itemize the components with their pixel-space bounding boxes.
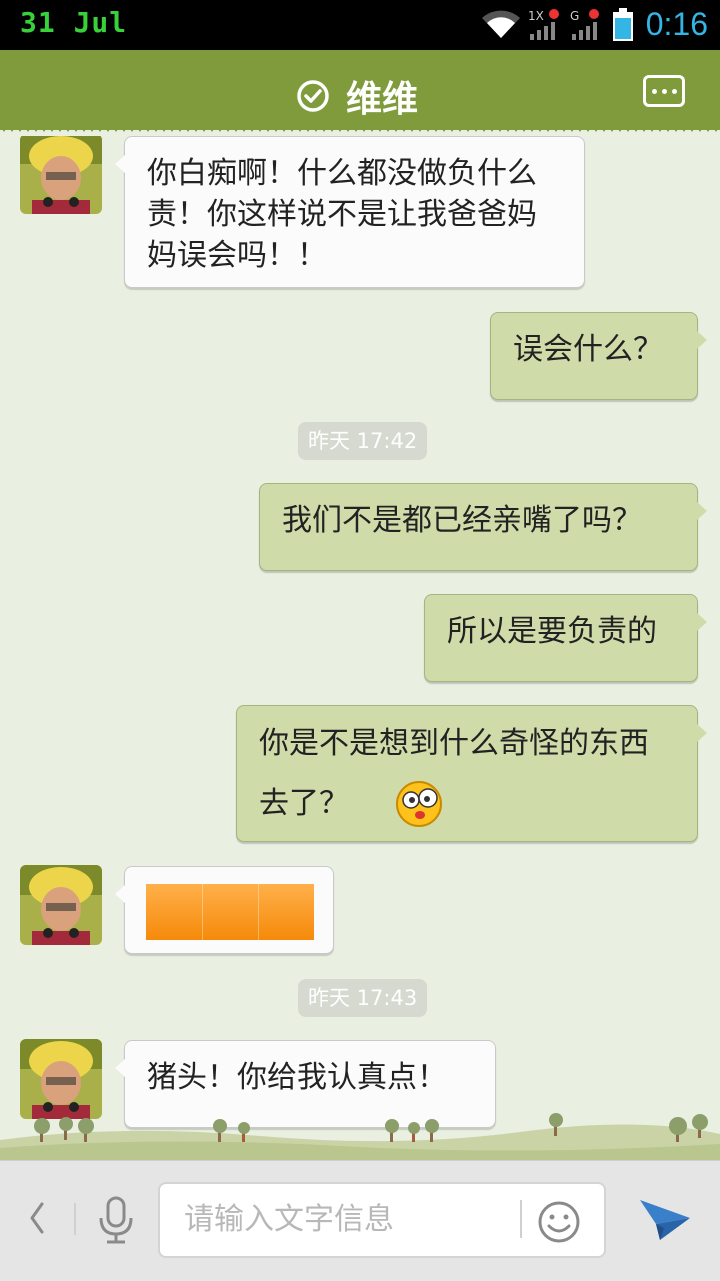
timestamp: 昨天 17:42 [298, 422, 428, 460]
chat-list[interactable]: 你白痴啊！什么都没做负什么责！你这样说不是让我爸爸妈妈误会吗！！ 误会什么？ 昨… [0, 136, 720, 1160]
smiley-icon[interactable] [536, 1199, 582, 1245]
sticker-image[interactable] [146, 884, 314, 940]
divider [74, 1203, 76, 1235]
avatar[interactable] [20, 1039, 102, 1119]
message-bubble-outgoing[interactable]: 所以是要负责的 [424, 594, 707, 682]
message-input-placeholder: 请输入文字信息 [184, 1202, 394, 1237]
divider [520, 1200, 522, 1238]
avatar[interactable] [20, 865, 102, 945]
status-bar: 31 Jul 1X G 0:16 [0, 0, 720, 50]
message-text: 你是不是想到什么奇怪的东西去了？ [259, 726, 649, 821]
message-text: 你白痴啊！什么都没做负什么责！你这样说不是让我爸爸妈妈误会吗！！ [147, 156, 537, 273]
message-bubble-outgoing[interactable]: 我们不是都已经亲嘴了吗？ [259, 483, 707, 571]
status-date: 31 Jul [20, 6, 128, 39]
signal-icon: 1X [528, 9, 559, 40]
more-menu-icon[interactable] [643, 75, 685, 107]
header-title-group: 维维 [296, 70, 418, 122]
header-zigzag-edge [0, 126, 720, 136]
message-bubble-outgoing[interactable]: 误会什么？ [490, 312, 707, 400]
avatar[interactable] [20, 136, 102, 214]
message-text: 我们不是都已经亲嘴了吗？ [282, 503, 642, 538]
dizzy-emoji-icon [396, 781, 442, 827]
back-arrow-icon[interactable] [22, 1196, 52, 1240]
signal-icon: G [570, 9, 599, 40]
wifi-icon [482, 10, 520, 38]
message-text: 猪头！你给我认真点！ [147, 1060, 447, 1095]
message-text: 误会什么？ [513, 332, 663, 367]
network-label-1: 1X [528, 9, 544, 23]
message-text: 所以是要负责的 [447, 614, 657, 649]
microphone-icon[interactable] [96, 1196, 136, 1244]
message-bubble-incoming[interactable]: 你白痴啊！什么都没做负什么责！你这样说不是让我爸爸妈妈误会吗！！ [115, 136, 585, 288]
send-icon[interactable] [636, 1194, 694, 1244]
check-circle-icon [297, 80, 329, 112]
scenery-decoration [0, 1113, 720, 1162]
contact-name: 维维 [346, 79, 419, 120]
status-time: 0:16 [645, 6, 708, 42]
network-label-2: G [570, 9, 579, 23]
timestamp: 昨天 17:43 [298, 979, 428, 1017]
battery-icon [613, 8, 633, 41]
message-bubble-outgoing[interactable]: 你是不是想到什么奇怪的东西去了？ [236, 705, 707, 842]
